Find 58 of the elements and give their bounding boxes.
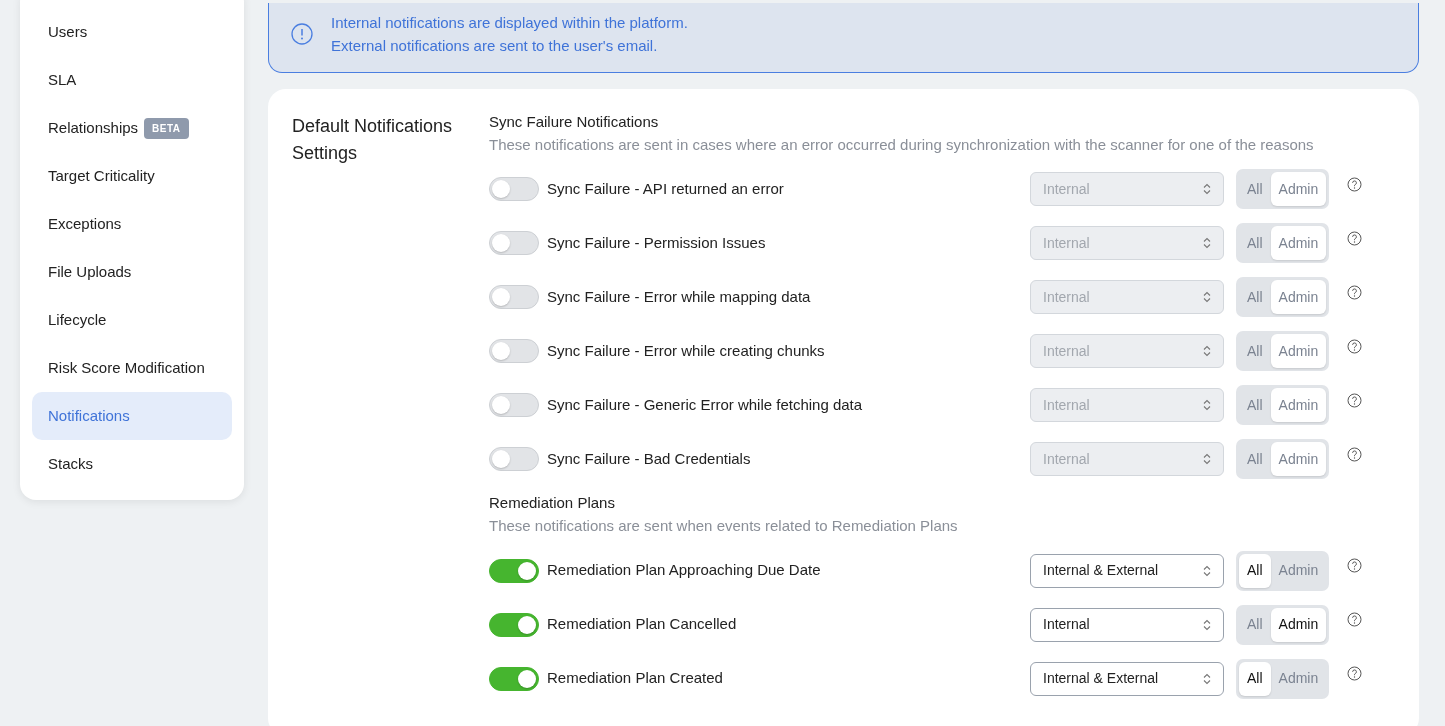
channel-select[interactable]: Internal bbox=[1030, 607, 1224, 642]
chevron-icon bbox=[1203, 618, 1211, 631]
sidebar-item[interactable]: Exceptions bbox=[32, 200, 232, 248]
section-description: These notifications are sent when events related to Remediation Plans bbox=[489, 516, 959, 536]
chevron-icon bbox=[1203, 399, 1211, 411]
chevron-icon bbox=[1203, 291, 1211, 303]
settings-title: Default Notifications Settings bbox=[292, 114, 454, 166]
audience-option[interactable]: Admin bbox=[1270, 661, 1327, 696]
sidebar-item[interactable]: Users bbox=[32, 8, 232, 56]
notification-label: Remediation Plan Created bbox=[547, 668, 724, 689]
audience-option[interactable]: All bbox=[1239, 607, 1271, 642]
toggle-switch[interactable] bbox=[489, 612, 539, 637]
help-icon[interactable] bbox=[1347, 176, 1363, 192]
notification-label: Sync Failure - Bad Credentials bbox=[547, 448, 752, 469]
chevron-icon bbox=[1203, 564, 1211, 577]
beta-badge: BETA bbox=[144, 117, 189, 139]
notification-label: Sync Failure - Permission Issues bbox=[547, 232, 767, 253]
sidebar-item[interactable]: File Uploads bbox=[32, 248, 232, 296]
notification-label: Sync Failure - API returned an error bbox=[547, 178, 785, 199]
toggle-switch[interactable] bbox=[489, 666, 539, 691]
help-icon[interactable] bbox=[1347, 666, 1363, 681]
info-icon bbox=[291, 23, 313, 46]
chevron-icon bbox=[1203, 237, 1211, 249]
audience-option[interactable]: Admin bbox=[1270, 607, 1327, 642]
channel-select[interactable]: Internal & External bbox=[1030, 661, 1224, 696]
notification-label: Remediation Plan Cancelled bbox=[547, 614, 738, 635]
chevron-icon bbox=[1203, 345, 1211, 357]
notification-label: Remediation Plan Approaching Due Date bbox=[547, 560, 822, 581]
section-title: Sync Failure Notifications bbox=[489, 112, 660, 131]
section-title: Remediation Plans bbox=[489, 494, 616, 512]
sidebar-item[interactable]: Notifications bbox=[32, 392, 232, 440]
help-icon[interactable] bbox=[1347, 230, 1363, 246]
chevron-icon bbox=[1203, 183, 1211, 195]
toggle-switch[interactable] bbox=[489, 558, 539, 583]
chevron-icon bbox=[1203, 672, 1211, 685]
help-icon[interactable] bbox=[1347, 612, 1363, 627]
help-icon[interactable] bbox=[1347, 446, 1363, 462]
notification-label: Sync Failure - Generic Error while fetching data bbox=[547, 394, 864, 415]
sidebar-item[interactable]: Relationships bbox=[48, 116, 139, 140]
help-icon[interactable] bbox=[1347, 558, 1363, 573]
sidebar-item[interactable]: SLA bbox=[32, 56, 232, 104]
alert-text: Internal notifications are displayed within the platform. bbox=[331, 13, 688, 33]
help-icon[interactable] bbox=[1347, 284, 1363, 300]
audience-option[interactable]: All bbox=[1239, 661, 1271, 696]
section-description: These notifications are sent in cases where an error occurred during synchronization with the scanner for one of the reasons bbox=[489, 134, 1315, 155]
audience-option[interactable]: Admin bbox=[1270, 553, 1327, 588]
chevron-icon bbox=[1203, 453, 1211, 465]
sidebar-item[interactable]: Lifecycle bbox=[32, 296, 232, 344]
sidebar-item[interactable]: Stacks bbox=[32, 440, 232, 488]
sidebar-item[interactable]: Target Criticality bbox=[32, 152, 232, 200]
notification-label: Sync Failure - Error while creating chunks bbox=[547, 340, 826, 361]
help-icon[interactable] bbox=[1347, 392, 1363, 408]
help-icon[interactable] bbox=[1347, 338, 1363, 354]
channel-select[interactable]: Internal & External bbox=[1030, 553, 1224, 588]
alert-text: External notifications are sent to the user's email. bbox=[331, 36, 659, 57]
sidebar-item[interactable]: Risk Score Modification bbox=[32, 344, 232, 392]
notification-label: Sync Failure - Error while mapping data bbox=[547, 286, 812, 307]
audience-option[interactable]: All bbox=[1239, 553, 1271, 588]
